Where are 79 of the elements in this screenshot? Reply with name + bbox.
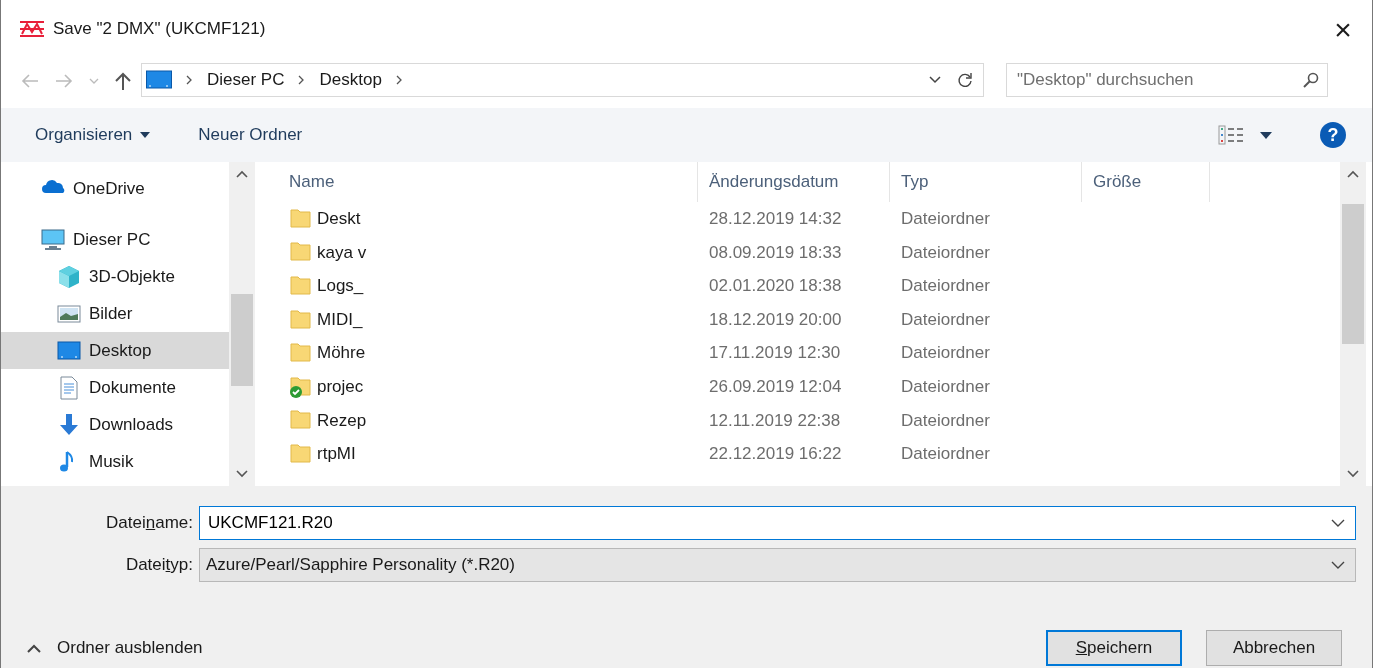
monitor-icon — [57, 338, 81, 363]
field-label: Dateityp: — [124, 554, 194, 577]
scrollbar-thumb[interactable] — [231, 294, 253, 386]
file-type: Dateiordner — [900, 409, 991, 432]
sidebar-item[interactable]: Musik — [1, 443, 229, 480]
caret-icon — [1260, 131, 1272, 139]
modified-date: 02.01.2020 18:38 — [708, 275, 843, 298]
close-button[interactable]: × — [1314, 7, 1372, 51]
scrollbar-thumb[interactable] — [1342, 204, 1364, 344]
computer-icon — [41, 227, 65, 252]
file-type: Dateiordner — [900, 241, 991, 264]
new-folder-button[interactable]: Neuer Ordner — [198, 122, 303, 148]
details-view-icon — [1218, 125, 1244, 145]
sidebar-item[interactable]: Downloads — [1, 406, 229, 443]
column-header[interactable]: Typ — [890, 162, 1082, 202]
refresh-icon[interactable] — [957, 72, 973, 88]
sidebar-item[interactable]: Dokumente — [1, 369, 229, 406]
up-arrow-icon — [115, 71, 131, 90]
file-type: Dateiordner — [900, 275, 991, 298]
file-name[interactable]: Logs_ — [317, 273, 364, 299]
sidebar-item[interactable]: Dieser PC — [1, 221, 229, 258]
file-name[interactable]: kaya v — [317, 239, 367, 266]
chevron-down-icon — [89, 77, 99, 84]
modified-date: 28.12.2019 14:32 — [708, 208, 843, 231]
file-name[interactable]: Möhre — [317, 340, 366, 366]
cancel-button[interactable]: Abbrechen — [1206, 630, 1342, 666]
sidebar-item[interactable]: Desktop — [1, 332, 229, 369]
filename-field[interactable]: UKCMF121.R20 — [200, 509, 1331, 537]
modified-date: 26.09.2019 12:04 — [708, 376, 843, 398]
app-logo-icon — [19, 20, 45, 38]
cube-icon — [57, 264, 81, 289]
file-type: Dateiordner — [900, 342, 991, 365]
filetype-dropdown[interactable]: Azure/Pearl/Sapphire Personality (*.R20) — [199, 548, 1356, 582]
sidebar-item[interactable]: 3D-Objekte — [1, 258, 229, 295]
breadcrumb[interactable]: Dieser PC — [207, 67, 285, 93]
address-bar[interactable]: Dieser PC Desktop — [141, 63, 984, 97]
chevron-down-icon — [1331, 561, 1345, 569]
chevron-right-icon — [395, 75, 403, 85]
file-name[interactable]: projec — [317, 374, 364, 400]
sidebar-item[interactable]: OneDrive — [1, 170, 229, 207]
caret-icon — [140, 132, 151, 138]
window-title: Save "2 DMX" (UKCMF121) — [53, 18, 266, 41]
hide-folders-button[interactable]: Ordner ausblenden — [27, 635, 203, 661]
file-name[interactable]: MIDI_ — [317, 306, 363, 333]
modified-date: 18.12.2019 20:00 — [708, 308, 843, 331]
monitor-icon — [146, 70, 172, 90]
chevron-up-icon — [27, 643, 41, 653]
document-icon — [57, 375, 81, 400]
modified-date: 08.09.2019 18:33 — [708, 241, 843, 264]
column-header[interactable]: Änderungsdatum — [698, 162, 890, 202]
file-name[interactable]: Deskt — [317, 206, 361, 232]
back-arrow-icon — [21, 73, 39, 88]
forward-arrow-icon — [55, 73, 73, 88]
chevron-right-icon — [298, 75, 306, 85]
chevron-down-icon — [1331, 519, 1345, 527]
chevron-down-icon — [929, 76, 941, 84]
file-name[interactable]: rtpMI — [317, 441, 356, 467]
breadcrumb[interactable]: Desktop — [319, 67, 382, 93]
file-type: Dateiordner — [900, 443, 991, 466]
modified-date: 17.11.2019 12:30 — [708, 342, 842, 365]
organize-menu-button[interactable]: Organisieren — [35, 122, 151, 148]
down-arrow-icon — [57, 412, 81, 437]
save-button[interactable]: Speichern — [1046, 630, 1182, 666]
modified-date: 12.11.2019 22:38 — [708, 409, 842, 432]
file-type: Dateiordner — [900, 308, 991, 331]
sidebar-item[interactable]: Bilder — [1, 295, 229, 332]
file-name[interactable]: Rezep — [317, 407, 367, 434]
help-button[interactable]: ? — [1320, 122, 1346, 148]
column-header[interactable]: Größe — [1082, 162, 1210, 202]
view-options-button[interactable] — [1218, 125, 1272, 145]
modified-date: 22.12.2019 16:22 — [708, 443, 843, 466]
file-type: Dateiordner — [900, 208, 991, 231]
search-icon — [1303, 72, 1319, 88]
file-type: Dateiordner — [900, 376, 991, 398]
filename-combo-box[interactable]: UKCMF121.R20 — [199, 506, 1356, 540]
search-box[interactable]: "Desktop" durchsuchen — [1006, 63, 1328, 97]
column-header[interactable]: Name — [281, 162, 698, 202]
chevron-right-icon — [186, 75, 193, 85]
field-label: Dateiname: — [105, 512, 194, 535]
